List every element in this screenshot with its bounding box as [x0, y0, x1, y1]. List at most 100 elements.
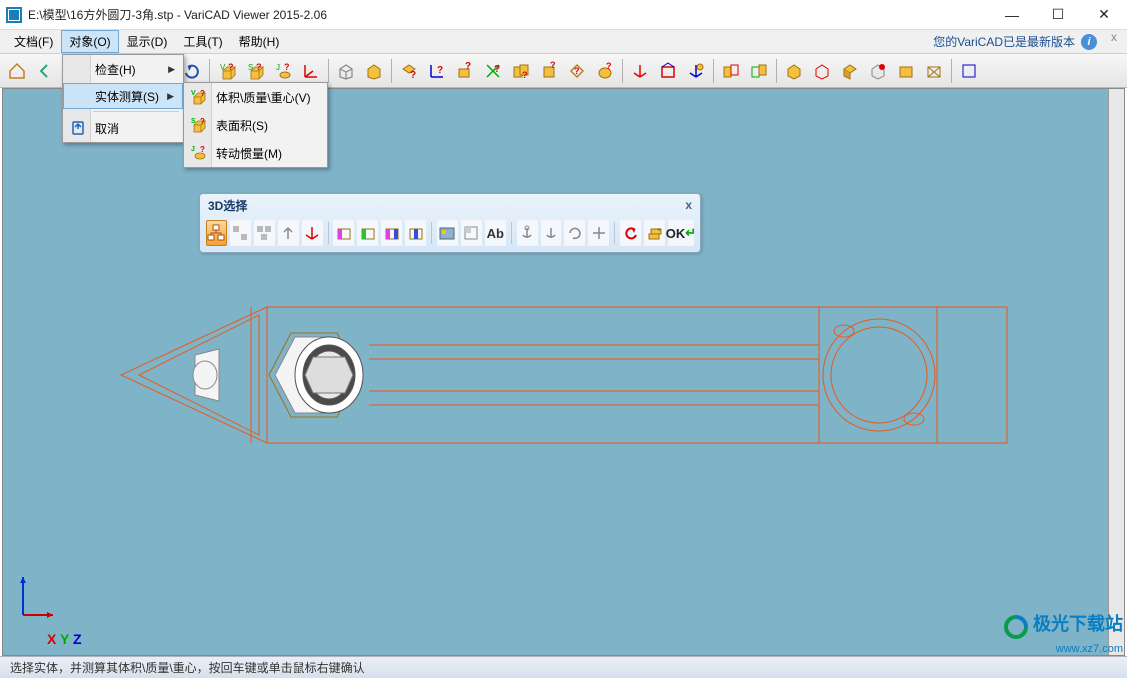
- dropdown-item-cancel[interactable]: 取消: [63, 114, 183, 142]
- svg-text:?: ?: [574, 66, 580, 76]
- menu-help[interactable]: 帮助(H): [231, 30, 288, 53]
- fb-ab-icon[interactable]: Ab: [485, 220, 506, 246]
- fb-c1-icon[interactable]: [333, 220, 354, 246]
- submenu-item-volume[interactable]: V? 体积\质量\重心(V): [184, 83, 327, 111]
- tb-query-icon[interactable]: ?: [536, 58, 562, 84]
- tb-axis-icon[interactable]: [298, 58, 324, 84]
- tb-box1-icon[interactable]: [718, 58, 744, 84]
- dropdown-item-measure[interactable]: 实体测算(S) ▶: [63, 83, 183, 109]
- tb-home-icon[interactable]: [4, 58, 30, 84]
- fb-undo-icon[interactable]: [620, 220, 641, 246]
- tb-box2-icon[interactable]: [746, 58, 772, 84]
- tb-s-icon[interactable]: S?: [242, 58, 268, 84]
- toolbar-separator: [209, 59, 210, 83]
- update-info[interactable]: 您的VariCAD已是最新版本 i: [933, 30, 1127, 53]
- fb-stack-icon[interactable]: +: [644, 220, 665, 246]
- tb-view-icon[interactable]: [921, 58, 947, 84]
- svg-text:?: ?: [522, 70, 528, 80]
- submenu-label: 转动惯量(M): [216, 145, 282, 162]
- cad-viewport[interactable]: 3D选择 x Ab + OK↵: [2, 88, 1125, 656]
- menu-tools[interactable]: 工具(T): [175, 30, 230, 53]
- svg-text:?: ?: [200, 89, 205, 98]
- viewport-scrollbar[interactable]: [1108, 89, 1125, 655]
- tb-query-icon[interactable]: ?: [452, 58, 478, 84]
- tb-view-icon[interactable]: [893, 58, 919, 84]
- cad-wireframe: [99, 285, 1029, 465]
- menu-file[interactable]: 文档(F): [6, 30, 61, 53]
- svg-text:?: ?: [200, 145, 205, 154]
- float-toolbar[interactable]: 3D选择 x Ab + OK↵: [199, 193, 701, 253]
- svg-text:J: J: [191, 146, 195, 153]
- fb-img-icon[interactable]: [437, 220, 458, 246]
- tb-axis3-icon[interactable]: [683, 58, 709, 84]
- fb-c4-icon[interactable]: [405, 220, 426, 246]
- menu-object[interactable]: 对象(O): [61, 30, 118, 53]
- toolbar-separator: [776, 59, 777, 83]
- measure-submenu: V? 体积\质量\重心(V) S? 表面积(S) J? 转动惯量(M): [183, 82, 328, 168]
- cancel-icon: [69, 119, 87, 137]
- tb-cube2-icon[interactable]: [361, 58, 387, 84]
- toolbar-separator: [328, 59, 329, 83]
- svg-text:?: ?: [228, 62, 234, 72]
- svg-text:?: ?: [465, 61, 471, 72]
- submenu-item-moment[interactable]: J? 转动惯量(M): [184, 139, 327, 167]
- tb-view-icon[interactable]: [865, 58, 891, 84]
- tb-cube1-icon[interactable]: [333, 58, 359, 84]
- fb-anchor2-icon[interactable]: [541, 220, 562, 246]
- float-close-icon[interactable]: x: [685, 198, 692, 212]
- chevron-right-icon: ▶: [168, 64, 175, 75]
- svg-text:?: ?: [284, 62, 290, 72]
- float-toolbar-body: Ab + OK↵: [200, 216, 700, 252]
- minimize-button[interactable]: —: [989, 0, 1035, 29]
- fb-sq-icon[interactable]: [461, 220, 482, 246]
- fb-axis-icon[interactable]: [302, 220, 323, 246]
- fb-ok-button[interactable]: OK↵: [668, 220, 694, 246]
- float-toolbar-title: 3D选择: [208, 197, 247, 214]
- window-controls: — ☐ ✕: [989, 0, 1127, 29]
- toolbar-separator: [622, 59, 623, 83]
- fb-c3-icon[interactable]: [381, 220, 402, 246]
- fb-c2-icon[interactable]: [357, 220, 378, 246]
- svg-text:?: ?: [256, 62, 262, 72]
- tb-j-icon[interactable]: J?: [270, 58, 296, 84]
- close-button[interactable]: ✕: [1081, 0, 1127, 29]
- tb-v-icon[interactable]: V?: [214, 58, 240, 84]
- tb-view-icon[interactable]: [781, 58, 807, 84]
- tb-axis1-icon[interactable]: [627, 58, 653, 84]
- menu-display[interactable]: 显示(D): [119, 30, 176, 53]
- tb-query-icon[interactable]: ?: [424, 58, 450, 84]
- fb-move-icon[interactable]: [588, 220, 609, 246]
- dropdown-label: 取消: [95, 120, 119, 137]
- dropdown-item-check[interactable]: 检查(H) ▶: [63, 55, 183, 83]
- tb-query-icon[interactable]: ?: [592, 58, 618, 84]
- menubar-close-icon[interactable]: x: [1111, 30, 1117, 44]
- fb-icon[interactable]: [230, 220, 251, 246]
- fb-anchor-icon[interactable]: [517, 220, 538, 246]
- fb-icon[interactable]: [254, 220, 275, 246]
- tb-back-icon[interactable]: [32, 58, 58, 84]
- fb-rotate-icon[interactable]: [564, 220, 585, 246]
- fb-separator: [511, 222, 512, 244]
- statusbar-text: 选择实体，并测算其体积\质量\重心，按回车键或单击鼠标右键确认: [10, 659, 365, 676]
- svg-text:?: ?: [550, 61, 556, 70]
- svg-text:?: ?: [437, 65, 443, 76]
- tb-query-icon[interactable]: ?: [396, 58, 422, 84]
- titlebar: E:\模型\16方外圆刀-3角.stp - VariCAD Viewer 201…: [0, 0, 1127, 30]
- toolbar-separator: [951, 59, 952, 83]
- tb-query-icon[interactable]: ?: [564, 58, 590, 84]
- tb-query-icon[interactable]: ?: [480, 58, 506, 84]
- tb-view-icon[interactable]: [837, 58, 863, 84]
- tb-end-icon[interactable]: [956, 58, 982, 84]
- tb-query-icon[interactable]: ?: [508, 58, 534, 84]
- update-info-text: 您的VariCAD已是最新版本: [933, 33, 1075, 50]
- submenu-item-surface[interactable]: S? 表面积(S): [184, 111, 327, 139]
- float-toolbar-title-bar[interactable]: 3D选择 x: [200, 194, 700, 216]
- fb-up-icon[interactable]: [278, 220, 299, 246]
- fb-org-icon[interactable]: [206, 220, 227, 246]
- tb-axis2-icon[interactable]: [655, 58, 681, 84]
- svg-text:?: ?: [606, 61, 612, 71]
- tb-view-icon[interactable]: [809, 58, 835, 84]
- svg-text:+: +: [657, 227, 661, 234]
- axis-x-label: X: [47, 631, 56, 647]
- maximize-button[interactable]: ☐: [1035, 0, 1081, 29]
